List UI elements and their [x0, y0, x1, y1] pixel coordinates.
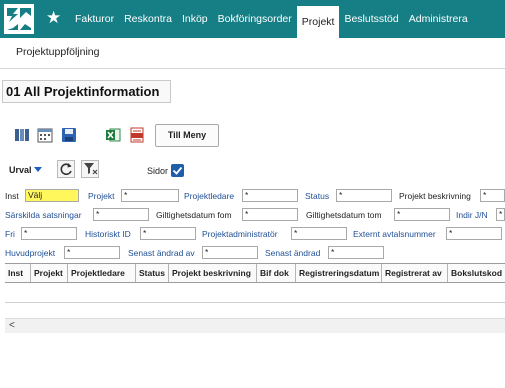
indir-label: Indir J/N: [456, 210, 488, 220]
nav-item-reskontra[interactable]: Reskontra: [119, 0, 177, 38]
scroll-left-arrow-icon[interactable]: <: [9, 319, 15, 333]
huvudprojekt-label: Huvudprojekt: [5, 248, 56, 258]
refresh-icon: [60, 163, 72, 175]
sub-navigation-bar: Projektuppföljning: [0, 38, 505, 69]
projektledare-label: Projektledare: [184, 191, 235, 201]
pdf-icon[interactable]: [129, 127, 145, 143]
sidor-label: Sidor: [147, 166, 169, 176]
fri-label: Fri: [5, 229, 15, 239]
huvudprojekt-field[interactable]: *: [64, 246, 120, 259]
columns-icon[interactable]: [14, 127, 30, 143]
projekt-field[interactable]: *: [121, 189, 179, 202]
nav-item-bokforingsorder[interactable]: Bokföringsorder: [213, 0, 297, 38]
column-header-registreringsdatum[interactable]: Registreringsdatum: [296, 264, 382, 282]
giltighetsdatum-tom-field[interactable]: *: [394, 208, 450, 221]
urval-caret-icon[interactable]: [34, 167, 42, 172]
nav-item-fakturor[interactable]: Fakturor: [70, 0, 119, 38]
senast-andrad-field[interactable]: *: [328, 246, 384, 259]
sarskilda-satsningar-field[interactable]: *: [93, 208, 149, 221]
historiskt-id-label: Historiskt ID: [85, 229, 131, 239]
table-header: Inst Projekt Projektledare Status Projek…: [5, 263, 505, 283]
nav-item-beslutsstod[interactable]: Beslutsstöd: [339, 0, 403, 38]
giltighetsdatum-fom-label: Giltighetsdatum fom: [156, 210, 232, 220]
refresh-button[interactable]: [57, 160, 75, 178]
senast-andrad-av-field[interactable]: *: [202, 246, 258, 259]
main-menu: Fakturor Reskontra Inköp Bokföringsorder…: [70, 0, 473, 38]
inst-label: Inst: [5, 191, 19, 201]
senast-andrad-label: Senast ändrad: [265, 248, 321, 258]
excel-icon[interactable]: [105, 127, 121, 143]
indir-field[interactable]: *: [496, 208, 505, 221]
top-navigation-bar: ★ Fakturor Reskontra Inköp Bokföringsord…: [0, 0, 505, 38]
results-table: Inst Projekt Projektledare Status Projek…: [5, 263, 505, 333]
column-header-status[interactable]: Status: [136, 264, 169, 282]
projekt-label: Projekt: [88, 191, 115, 201]
sidor-checkbox[interactable]: [171, 164, 184, 177]
table-empty-row: [5, 283, 505, 303]
inst-field[interactable]: Välj: [25, 189, 79, 202]
nav-item-administrera[interactable]: Administrera: [404, 0, 473, 38]
projektadministrator-field[interactable]: *: [291, 227, 347, 240]
senast-andrad-av-label: Senast ändrad av: [128, 248, 195, 258]
column-header-bif-dok[interactable]: Bif dok: [257, 264, 296, 282]
fri-field[interactable]: *: [21, 227, 77, 240]
column-header-registrerat-av[interactable]: Registrerat av: [382, 264, 448, 282]
giltighetsdatum-tom-label: Giltighetsdatum tom: [306, 210, 382, 220]
horizontal-scrollbar[interactable]: <: [5, 318, 505, 333]
status-field[interactable]: *: [336, 189, 392, 202]
column-header-inst[interactable]: Inst: [5, 264, 31, 282]
filter-button[interactable]: [81, 160, 99, 178]
projekt-beskrivning-label: Projekt beskrivning: [399, 191, 471, 201]
nav-item-projekt[interactable]: Projekt: [296, 6, 340, 38]
projektadministrator-label: Projektadministratör: [202, 229, 278, 239]
nav-item-inkop[interactable]: Inköp: [177, 0, 213, 38]
save-icon[interactable]: [61, 127, 77, 143]
favorites-star-icon[interactable]: ★: [46, 8, 61, 28]
column-header-projekt[interactable]: Projekt: [31, 264, 68, 282]
subnav-item-projektuppfoljning[interactable]: Projektuppföljning: [16, 46, 99, 58]
calendar-icon[interactable]: [37, 127, 53, 143]
column-header-bokslutskod[interactable]: Bokslutskod: [448, 264, 505, 282]
urval-label[interactable]: Urval: [9, 165, 32, 175]
status-label: Status: [305, 191, 330, 201]
externt-avtalsnummer-field[interactable]: *: [446, 227, 502, 240]
projektledare-field[interactable]: *: [242, 189, 298, 202]
app-logo-icon[interactable]: [4, 4, 34, 34]
historiskt-id-field[interactable]: *: [140, 227, 196, 240]
column-header-projekt-beskrivning[interactable]: Projekt beskrivning: [169, 264, 257, 282]
filter-icon: [84, 163, 98, 175]
till-meny-button[interactable]: Till Meny: [155, 124, 219, 147]
page-title-box: 01 All Projektinformation: [2, 80, 171, 103]
page-title: 01 All Projektinformation: [6, 84, 160, 99]
externt-avtalsnummer-label: Externt avtalsnummer: [353, 229, 436, 239]
checkmark-icon: [172, 166, 183, 175]
sarskilda-satsningar-label: Särskilda satsningar: [5, 210, 82, 220]
column-header-projektledare[interactable]: Projektledare: [68, 264, 136, 282]
projekt-beskrivning-field[interactable]: *: [480, 189, 505, 202]
giltighetsdatum-fom-field[interactable]: *: [242, 208, 298, 221]
